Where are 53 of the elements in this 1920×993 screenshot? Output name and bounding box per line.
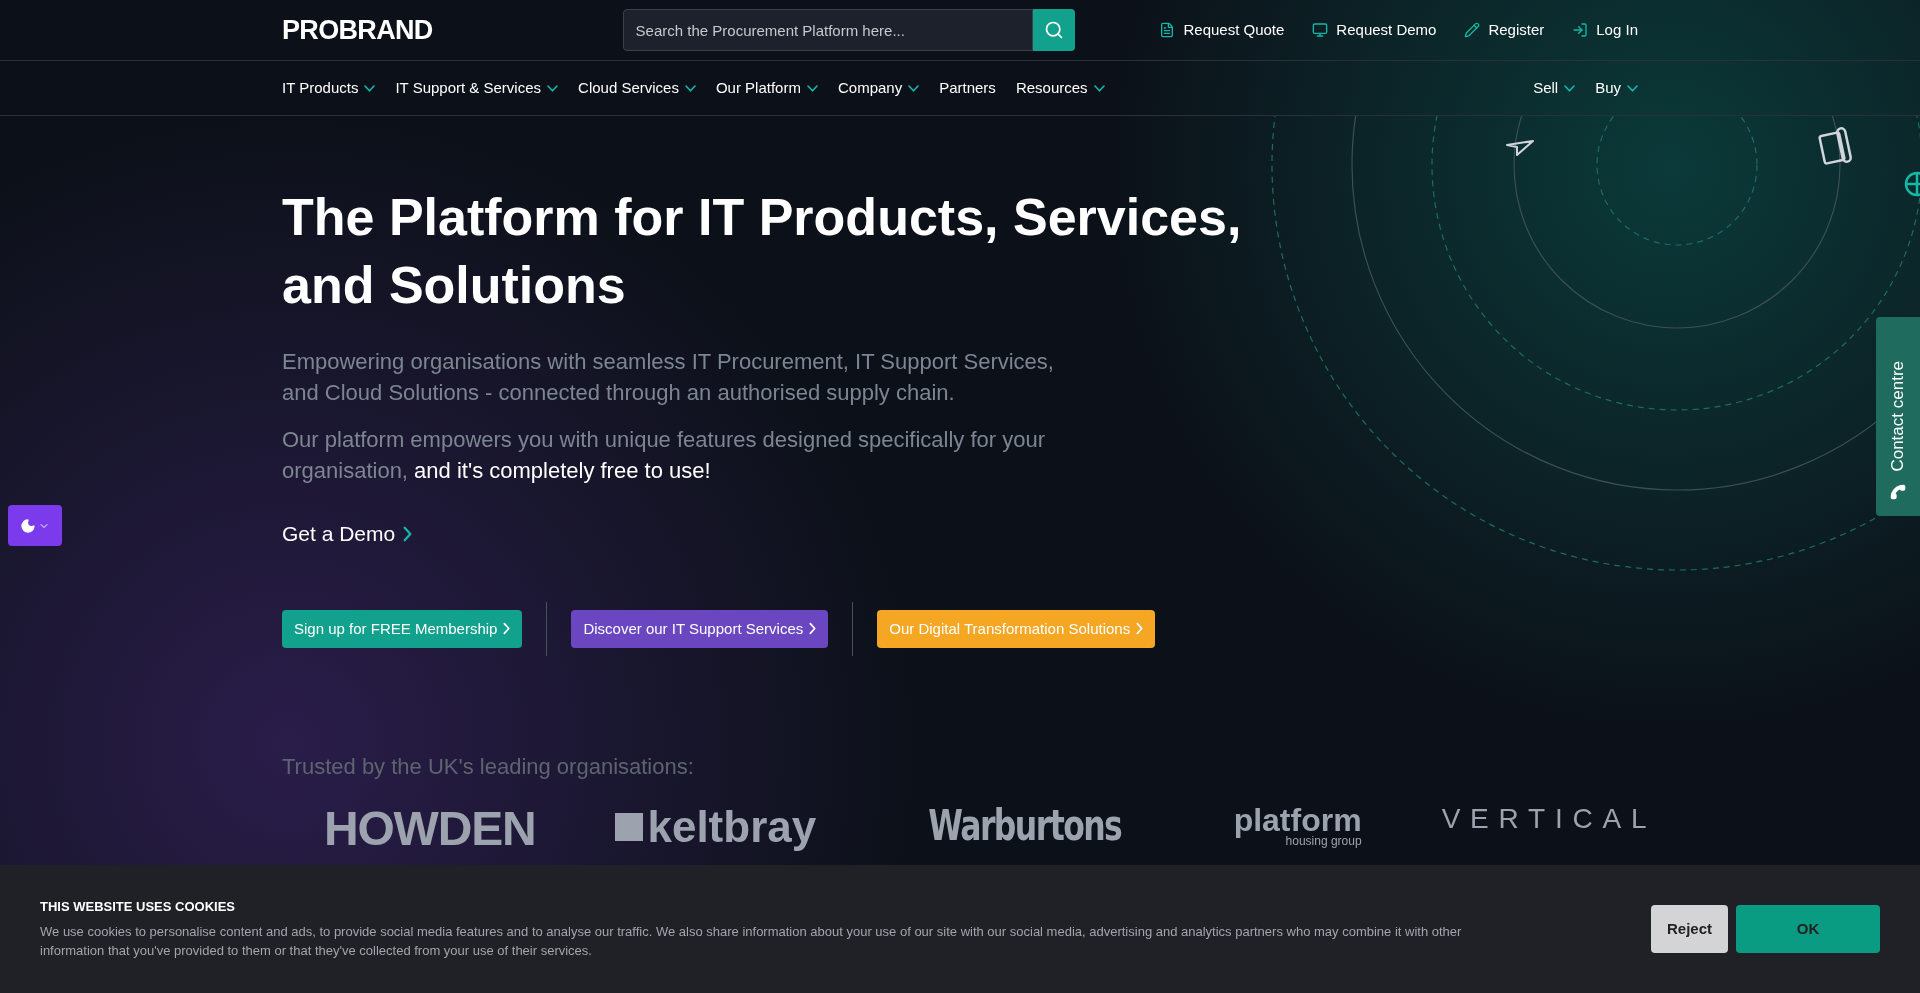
nav-link[interactable]: Cloud Services: [578, 76, 696, 100]
moon-icon: [20, 517, 36, 534]
chevron-down-icon: [364, 84, 376, 92]
cookie-title: THIS WEBSITE USES COOKIES: [40, 898, 237, 917]
chevron-right-icon: [403, 526, 413, 543]
reject-button[interactable]: Reject: [1651, 905, 1728, 953]
search-field[interactable]: Search the Procurement Platform here...: [622, 9, 1033, 51]
brand-logo[interactable]: PROBRAND: [282, 16, 433, 44]
header-link[interactable]: Register: [1464, 18, 1545, 42]
hero-subtitle: Empowering organisations with seamless IT Procurement, IT Support Services, and Cloud Solutions - connected through an authorised supply chain.: [282, 348, 1055, 407]
hero-heading: The Platform for IT Products, Services, and Solutions: [282, 187, 1243, 316]
company-logo: VERTICAL: [1441, 804, 1657, 833]
header-link[interactable]: Request Quote: [1159, 18, 1285, 42]
chevron-down-icon: [1564, 84, 1576, 92]
document-icon: [1159, 22, 1176, 38]
search-button[interactable]: [1032, 9, 1075, 51]
chevron-down-icon: [547, 84, 559, 92]
company-logo: HOWDEN: [324, 804, 536, 853]
trusted-title: Trusted by the UK's leading organisations:: [282, 752, 695, 781]
company-logo: keltbray: [615, 804, 817, 849]
login-icon: [1572, 22, 1589, 38]
contact-centre-tab[interactable]: Contact centre: [1876, 317, 1920, 516]
chevron-right-icon: [1136, 622, 1144, 636]
chevron-down-icon: [806, 84, 818, 92]
cta-button[interactable]: Discover our IT Support Services: [571, 609, 829, 648]
nav-link[interactable]: Partners: [939, 76, 996, 100]
phone-icon: [1890, 484, 1906, 500]
theme-toggle[interactable]: [8, 505, 62, 546]
search-icon: [1043, 20, 1064, 40]
cookie-text: We use cookies to personalise content and ads, to provide social media features and to analyse our traffic. We also share information about your use of our site with our social media, advertising and analytics partners who may combine it with other information that you've provided to them or that they've collected from your use of their services.: [40, 922, 1463, 960]
chevron-down-icon: [1093, 84, 1105, 92]
nav-link[interactable]: IT Support & Services: [395, 76, 559, 100]
chevron-down-icon: [684, 84, 696, 92]
demo-link[interactable]: Get a Demo: [282, 518, 413, 550]
nav-link[interactable]: Company: [837, 76, 920, 100]
pencil-icon: [1464, 22, 1481, 38]
chevron-right-icon: [809, 622, 817, 636]
company-logo: Warburtons: [928, 804, 1122, 847]
nav-link[interactable]: Our Platform: [715, 76, 818, 100]
company-logo: platform housing group: [1233, 804, 1362, 848]
nav-link[interactable]: Resources: [1015, 76, 1105, 100]
header-link[interactable]: Request Demo: [1312, 18, 1437, 42]
header-link[interactable]: Log In: [1572, 18, 1638, 42]
nav-link[interactable]: Buy: [1595, 76, 1638, 100]
chevron-down-icon: [908, 84, 920, 92]
monitor-icon: [1312, 22, 1329, 38]
globe-icon: [1903, 170, 1920, 198]
nav-link[interactable]: Sell: [1533, 76, 1576, 100]
ok-button[interactable]: OK: [1736, 905, 1880, 953]
hero-paragraph: Our platform empowers you with unique features designed specifically for your organisation, and it's completely free to use!: [282, 425, 1047, 485]
nav-link[interactable]: IT Products: [282, 76, 376, 100]
chevron-right-icon: [503, 622, 511, 636]
chevron-down-icon: [1627, 84, 1638, 92]
